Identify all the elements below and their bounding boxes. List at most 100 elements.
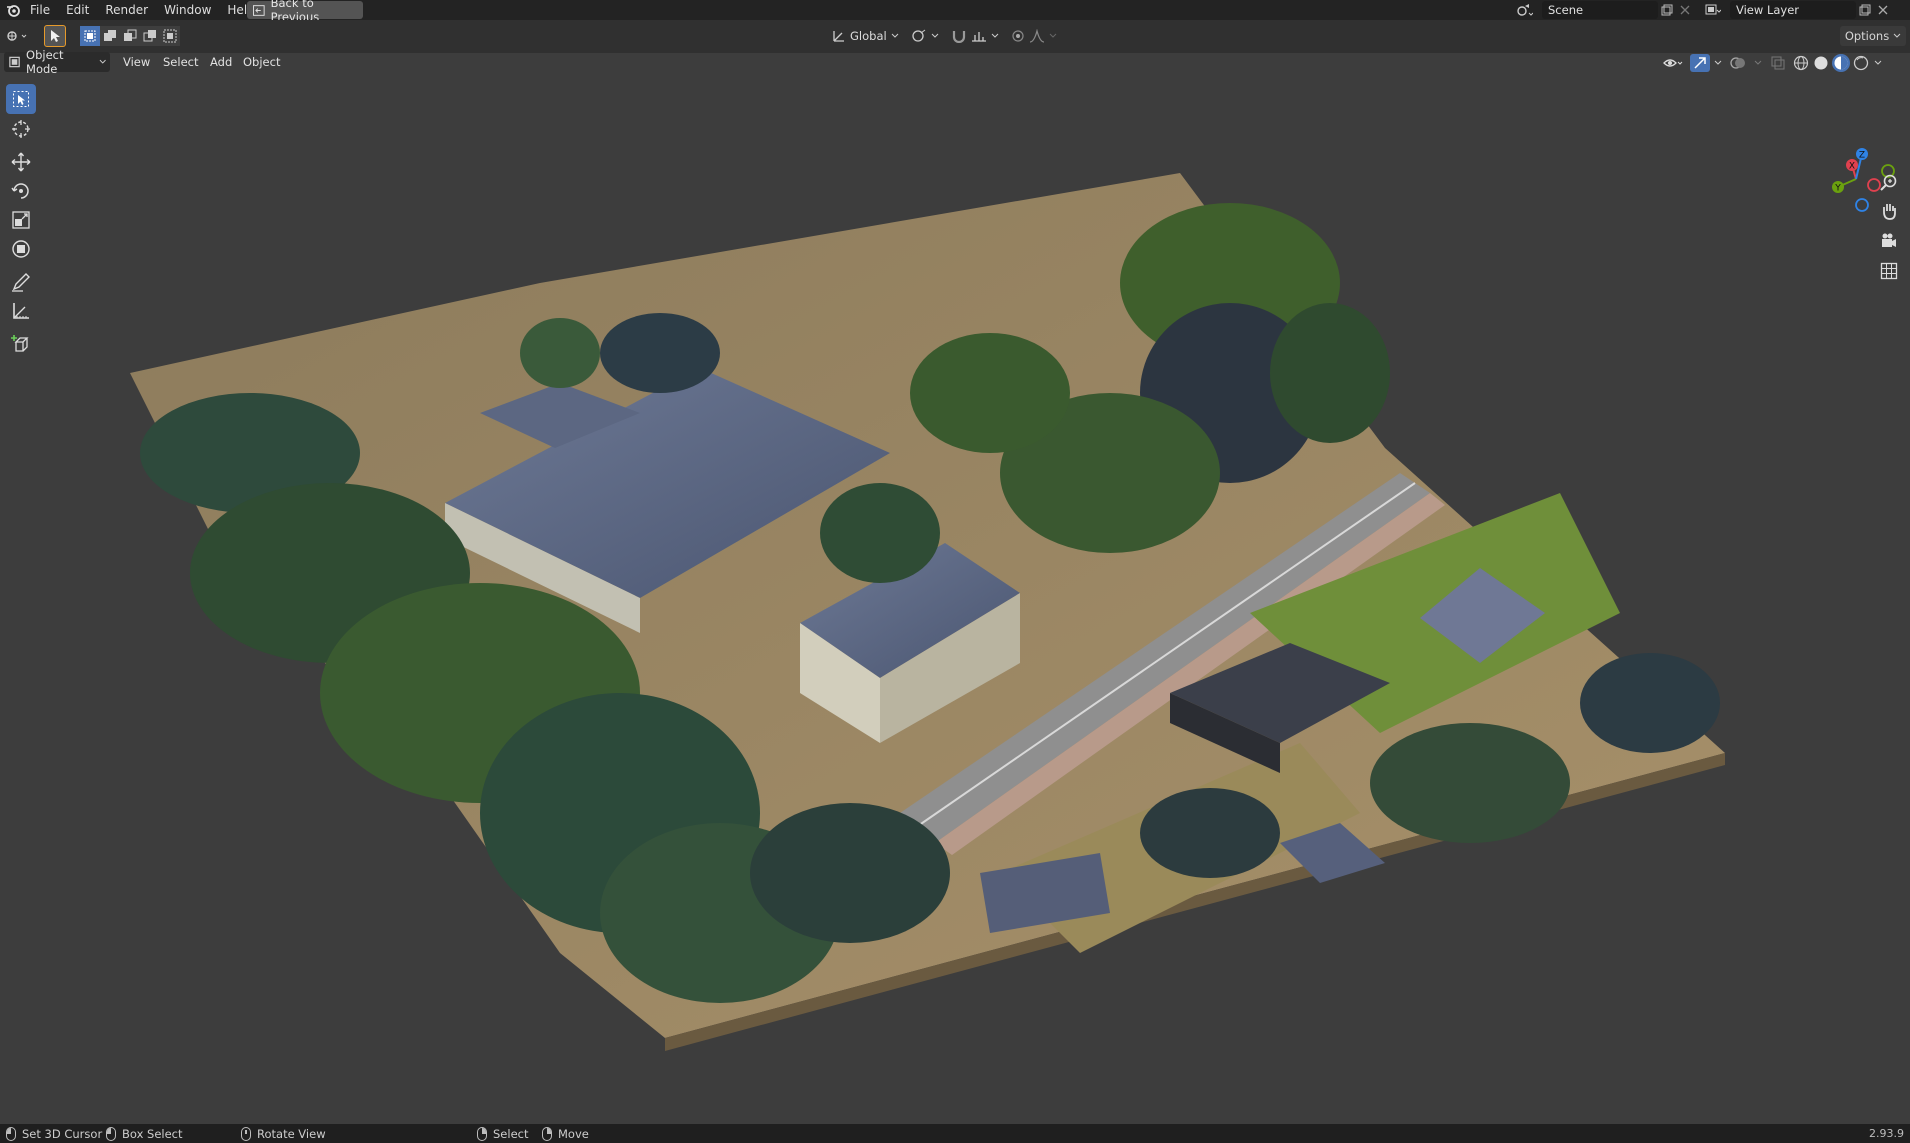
xray-toggle-icon[interactable]: [1766, 54, 1790, 72]
version-label: 2.93.9: [1869, 1127, 1904, 1140]
right-mouse-icon: [477, 1126, 487, 1141]
active-tool-icon[interactable]: [44, 25, 66, 47]
rotate-tool-icon[interactable]: [6, 176, 36, 206]
selection-mode-group: [80, 26, 180, 46]
chevron-down-icon: [891, 33, 899, 38]
ortho-grid-icon[interactable]: [1874, 258, 1904, 284]
new-view-layer-icon[interactable]: [1856, 1, 1874, 19]
left-mouse-drag-icon: [106, 1126, 116, 1141]
transform-orientation-value: Global: [850, 29, 887, 43]
orientation-axes-icon: [833, 31, 844, 42]
menu-view[interactable]: View: [123, 52, 150, 72]
menu-object[interactable]: Object: [243, 52, 280, 72]
select-intersect-icon[interactable]: [160, 26, 180, 46]
camera-view-icon[interactable]: [1874, 228, 1904, 254]
object-mode-label: Object Mode: [26, 48, 64, 76]
status-set-3d-cursor: Set 3D Cursor: [6, 1124, 102, 1143]
object-mode-icon: [9, 56, 20, 68]
gizmo-y-label: Y: [1834, 184, 1841, 194]
chevron-down-icon: [1049, 33, 1057, 38]
gizmo-x-label: X: [1849, 162, 1855, 172]
chevron-down-icon[interactable]: [1872, 54, 1884, 72]
tool-header: Global Options: [0, 20, 1910, 53]
gizmo-neg-z-icon[interactable]: [1855, 198, 1869, 212]
menu-file[interactable]: File: [26, 0, 58, 20]
scale-tool-icon[interactable]: [6, 205, 36, 235]
status-set-3d-cursor-label: Set 3D Cursor: [22, 1126, 103, 1141]
gizmo-z-label: Z: [1859, 151, 1865, 161]
view-layer-browse-icon[interactable]: [1704, 1, 1722, 19]
solid-shading-icon[interactable]: [1812, 54, 1830, 72]
chevron-down-icon[interactable]: [1752, 54, 1764, 72]
chevron-down-icon[interactable]: [1712, 54, 1724, 72]
menu-add[interactable]: Add: [210, 52, 232, 72]
blender-logo-icon[interactable]: [0, 0, 26, 20]
transform-tool-icon[interactable]: [6, 234, 36, 264]
scene-selector-group: Scene View Layer: [1516, 1, 1892, 19]
select-box-tool-icon[interactable]: [6, 84, 36, 114]
select-new-icon[interactable]: [80, 26, 100, 46]
transform-orientation-dropdown[interactable]: Global: [828, 26, 903, 46]
status-select: Select: [477, 1124, 528, 1143]
select-subtract-icon[interactable]: [120, 26, 140, 46]
rendered-shading-icon[interactable]: [1852, 54, 1870, 72]
right-mouse-drag-icon: [542, 1126, 552, 1141]
select-invert-icon[interactable]: [140, 26, 160, 46]
left-mouse-icon: [6, 1126, 16, 1141]
options-dropdown[interactable]: Options: [1840, 26, 1906, 46]
material-preview-shading-icon[interactable]: [1832, 54, 1850, 72]
status-move-label: Move: [558, 1126, 589, 1141]
magnet-icon: [952, 31, 965, 43]
scene-browse-icon[interactable]: [1516, 1, 1534, 19]
scene-name: Scene: [1548, 3, 1584, 17]
overlays-icon[interactable]: [1726, 54, 1750, 72]
new-scene-icon[interactable]: [1658, 1, 1676, 19]
transform-settings-group: Global: [828, 26, 1061, 46]
viewport-display-controls: [1660, 53, 1884, 73]
middle-mouse-icon: [241, 1126, 251, 1141]
menu-select[interactable]: Select: [163, 52, 198, 72]
delete-view-layer-icon[interactable]: [1874, 1, 1892, 19]
screen-back-icon: [253, 4, 265, 16]
menu-render[interactable]: Render: [97, 0, 156, 20]
menu-edit[interactable]: Edit: [58, 0, 97, 20]
zoom-view-icon[interactable]: [1874, 169, 1904, 195]
chevron-down-icon: [1893, 33, 1901, 38]
add-cube-tool-icon[interactable]: [6, 329, 36, 359]
chevron-down-icon: [991, 33, 999, 38]
view-layer-field[interactable]: View Layer: [1730, 1, 1856, 19]
visibility-eye-icon[interactable]: [1660, 54, 1688, 72]
top-menu-bar: File Edit Render Window Help Back to Pre…: [0, 0, 1910, 24]
proportional-edit-icon: [1012, 30, 1024, 42]
move-tool-icon[interactable]: [6, 147, 36, 177]
pivot-icon: [912, 29, 925, 42]
view-layer-name: View Layer: [1736, 3, 1800, 17]
delete-scene-icon[interactable]: [1676, 1, 1694, 19]
pan-view-hand-icon[interactable]: [1874, 198, 1904, 224]
snap-toggle[interactable]: [947, 26, 1003, 46]
measure-tool-icon[interactable]: [6, 296, 36, 326]
options-label: Options: [1844, 29, 1890, 43]
back-to-previous-button[interactable]: Back to Previous: [247, 0, 363, 24]
annotate-tool-icon[interactable]: [6, 267, 36, 297]
pivot-point-dropdown[interactable]: [907, 26, 943, 46]
3d-viewport[interactable]: X Y Z: [0, 53, 1910, 1124]
wireframe-shading-icon[interactable]: [1792, 54, 1810, 72]
scene-name-field[interactable]: Scene: [1542, 1, 1658, 19]
menu-window[interactable]: Window: [156, 0, 219, 20]
status-rotate-view: Rotate View: [241, 1124, 326, 1143]
chevron-down-icon: [931, 33, 939, 38]
status-box-select-label: Box Select: [122, 1126, 183, 1141]
select-extend-icon[interactable]: [100, 26, 120, 46]
proportional-edit-toggle[interactable]: [1007, 26, 1061, 46]
status-rotate-view-label: Rotate View: [257, 1126, 326, 1141]
chevron-down-icon: [99, 59, 106, 64]
cursor-tool-icon[interactable]: [6, 114, 36, 144]
status-move: Move: [542, 1124, 589, 1143]
gizmo-toggle-icon[interactable]: [1690, 54, 1710, 72]
status-box-select: Box Select: [106, 1124, 183, 1143]
object-mode-dropdown[interactable]: Object Mode: [4, 48, 110, 76]
snap-increment-icon: [971, 32, 986, 42]
status-bar: Set 3D Cursor Box Select Rotate View Sel…: [0, 1124, 1910, 1143]
editor-type-icon[interactable]: [4, 26, 32, 46]
